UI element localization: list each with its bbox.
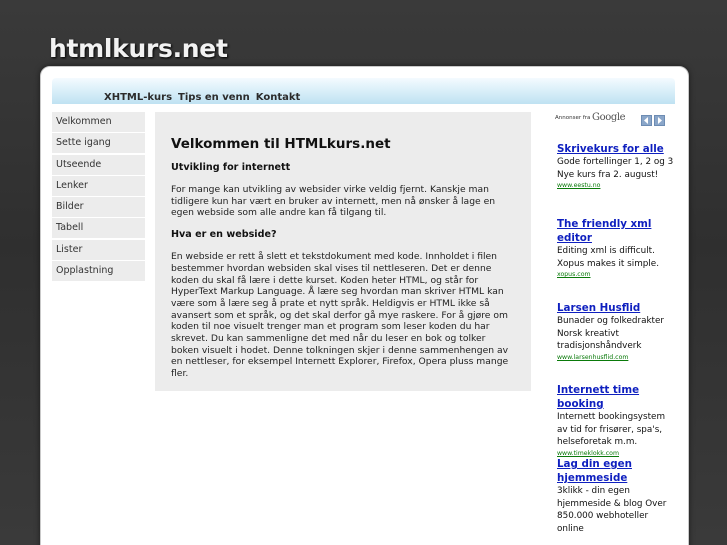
sidebar-menu: Velkommen Sette igang Utseende Lenker Bi… [52, 112, 145, 282]
sidebar-item-velkommen[interactable]: Velkommen [52, 112, 145, 132]
nav-xhtml-kurs[interactable]: XHTML-kurs [104, 92, 172, 103]
sidebar-item-tabell[interactable]: Tabell [52, 218, 145, 239]
ad-text: 850.000 webhoteller [557, 511, 649, 521]
ad-item: Larsen Husflid Bunader og folkedrakter N… [557, 301, 677, 363]
site-logo-title[interactable]: htmlkurs.net [49, 34, 228, 63]
ad-text: Xopus makes it simple. [557, 258, 660, 269]
ad-text: Bunader og folkedrakter [557, 316, 665, 326]
sidebar-item-sette-igang[interactable]: Sette igang [52, 133, 145, 154]
ad-text: Internett bookingsystem [557, 412, 666, 422]
ad-text: tradisjonshåndverk [557, 341, 642, 351]
ad-text: av tid for frisører, spa's, [557, 424, 663, 435]
ad-title[interactable]: Larsen Husflid [557, 301, 677, 315]
ad-text: Norsk kreativt [557, 328, 619, 339]
main-content: Velkommen til HTMLkurs.net Utvikling for… [155, 112, 531, 391]
page-title: Velkommen til HTMLkurs.net [171, 136, 391, 152]
ad-url[interactable]: xopus.com [557, 270, 677, 280]
google-logo: Google [592, 112, 626, 123]
section-heading-webside: Hva er en webside? [171, 229, 277, 241]
ad-title[interactable]: Skrivekurs for alle [557, 142, 677, 156]
section-heading-utvikling: Utvikling for internett [171, 162, 291, 173]
ad-text: hjemmeside & blog Over [557, 498, 667, 509]
paragraph-intro: For mange kan utvikling av websider virk… [171, 184, 496, 219]
ad-item: Lag din egen hjemmeside 3klikk - din ege… [557, 457, 677, 535]
ad-text: online [557, 523, 584, 534]
sidebar-item-lenker[interactable]: Lenker [52, 175, 145, 196]
ad-text: Editing xml is difficult. [557, 246, 655, 256]
ad-title[interactable]: Lag din egen [557, 457, 677, 471]
prev-arrow-icon[interactable] [641, 115, 652, 126]
ad-text: Gode fortellinger 1, 2 og 3 [557, 157, 674, 167]
sidebar-item-opplastning[interactable]: Opplastning [52, 261, 145, 282]
ad-title[interactable]: hjemmeside [557, 471, 677, 485]
ad-item: Skrivekurs for alle Gode fortellinger 1,… [557, 142, 677, 191]
nav-tips-en-venn[interactable]: Tips en venn [178, 92, 250, 103]
nav-menu: XHTML-kurs Tips en venn Kontakt [104, 92, 306, 103]
ad-item: Internett time booking Internett booking… [557, 383, 677, 459]
paragraph-webside: En webside er rett å slett et tekstdokum… [171, 251, 509, 380]
ad-title[interactable]: editor [557, 231, 677, 245]
sidebar-item-bilder[interactable]: Bilder [52, 197, 145, 218]
sidebar-item-lister[interactable]: Lister [52, 239, 145, 260]
top-navbar: XHTML-kurs Tips en venn Kontakt [52, 78, 675, 104]
ad-text: Nye kurs fra 2. august! [557, 169, 659, 180]
ads-header: Annonser fra Google [555, 112, 670, 127]
ad-title[interactable]: Internett time booking [557, 383, 677, 411]
nav-kontakt[interactable]: Kontakt [256, 92, 301, 103]
sidebar-item-utseende[interactable]: Utseende [52, 154, 145, 175]
ad-url[interactable]: www.eestu.no [557, 181, 677, 191]
ad-url[interactable]: www.larsenhusflid.com [557, 353, 677, 363]
ad-title[interactable]: The friendly xml [557, 217, 677, 231]
ad-item: The friendly xml editor Editing xml is d… [557, 217, 677, 280]
ads-label: Annonser fra [555, 115, 591, 121]
ad-text: helseforetak m.m. [557, 437, 638, 447]
next-arrow-icon[interactable] [654, 115, 665, 126]
ad-text: 3klikk - din egen [557, 486, 630, 496]
